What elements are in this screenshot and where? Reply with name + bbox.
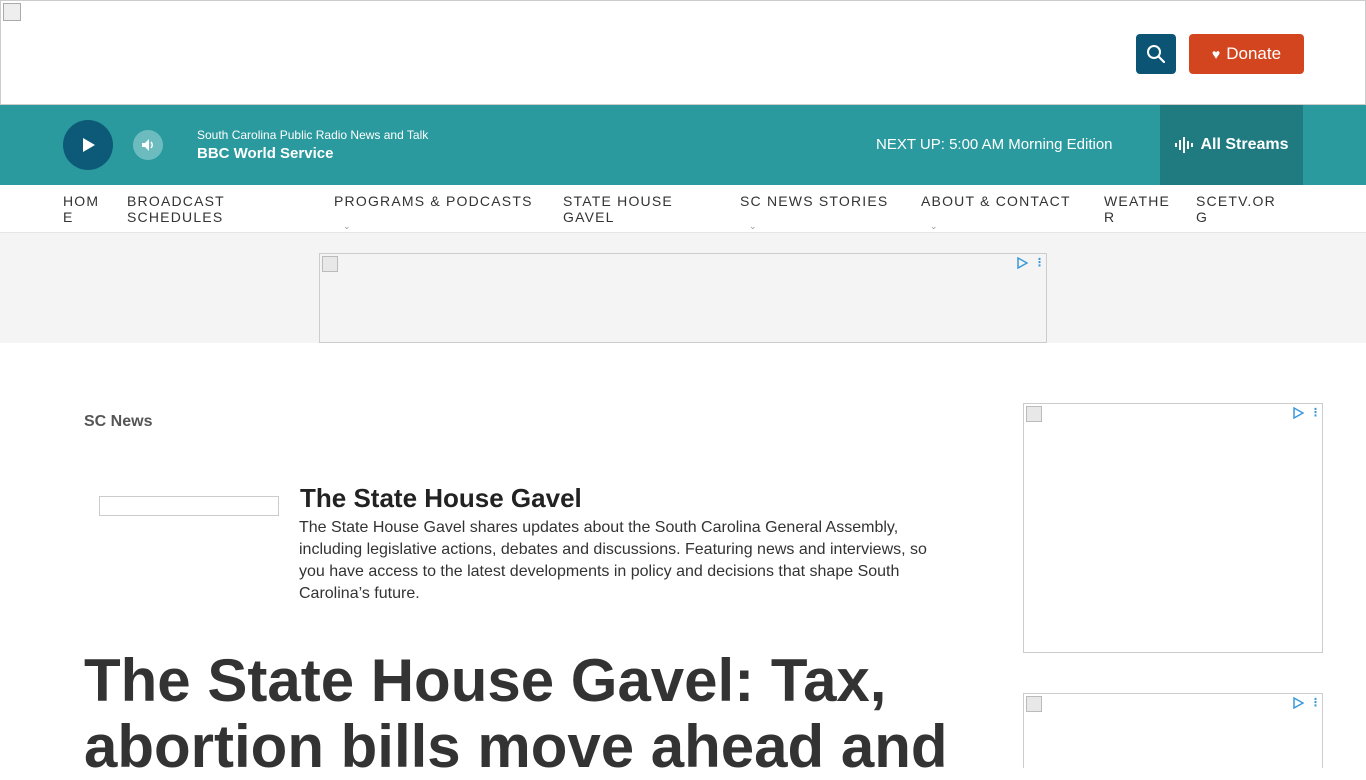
nav-item-state-house-gavel[interactable]: STATE HOUSE GAVEL <box>563 193 673 225</box>
ad-band: ⋮ <box>0 233 1366 343</box>
chevron-down-icon[interactable]: ⌄ <box>343 221 351 232</box>
nav-item-scetv[interactable]: SCETV.OR G <box>1196 193 1276 225</box>
nav-item-sc-news-stories[interactable]: SC NEWS STORIES <box>740 193 888 209</box>
chevron-down-icon[interactable]: ⌄ <box>749 221 757 232</box>
promo-image[interactable] <box>99 496 279 516</box>
all-streams-button[interactable]: All Streams <box>1160 105 1303 185</box>
heart-icon: ♥ <box>1211 46 1221 62</box>
leaderboard-ad[interactable]: ⋮ <box>319 253 1047 343</box>
promo-title[interactable]: The State House Gavel <box>300 483 582 514</box>
adchoices-icon[interactable]: ⋮ <box>1292 406 1321 419</box>
nav-item-weather[interactable]: WEATHE R <box>1104 193 1170 225</box>
next-up-text: NEXT UP: 5:00 AM Morning Edition <box>876 136 1113 153</box>
ad-image <box>1026 406 1042 422</box>
adchoices-icon[interactable]: ⋮ <box>1016 256 1045 269</box>
volume-button[interactable] <box>133 130 163 160</box>
nav-item-broadcast-schedules[interactable]: BROADCAST SCHEDULES <box>127 193 225 225</box>
ad-image <box>1026 696 1042 712</box>
site-header: ♥ Donate <box>0 0 1366 105</box>
live-player-bar: South Carolina Public Radio News and Tal… <box>0 105 1366 185</box>
station-name: South Carolina Public Radio News and Tal… <box>197 128 429 142</box>
site-logo-image[interactable] <box>3 3 21 21</box>
adchoices-icon[interactable]: ⋮ <box>1292 696 1321 709</box>
all-streams-label: All Streams <box>1200 136 1289 153</box>
main-nav: HOM E BROADCAST SCHEDULES PROGRAMS & POD… <box>0 185 1366 233</box>
article-headline: The State House Gavel: Tax, abortion bil… <box>84 647 948 780</box>
volume-icon <box>142 139 153 151</box>
donate-button[interactable]: ♥ Donate <box>1189 34 1304 74</box>
promo-description: The State House Gavel shares updates abo… <box>299 519 927 602</box>
search-icon <box>1147 45 1166 64</box>
chevron-down-icon[interactable]: ⌄ <box>930 221 938 232</box>
nav-item-about-contact[interactable]: ABOUT & CONTACT <box>921 193 1071 209</box>
nav-item-home[interactable]: HOM E <box>63 193 99 225</box>
current-program[interactable]: BBC World Service <box>197 145 333 162</box>
section-label[interactable]: SC News <box>84 413 152 431</box>
donate-label: Donate <box>1226 44 1282 63</box>
nav-item-programs-podcasts[interactable]: PROGRAMS & PODCASTS <box>334 193 533 209</box>
ad-image <box>322 256 338 272</box>
sidebar-ad-1[interactable]: ⋮ <box>1023 403 1323 653</box>
play-button[interactable] <box>63 120 113 170</box>
play-icon <box>83 138 95 152</box>
sidebar-ad-2[interactable]: ⋮ <box>1023 693 1323 768</box>
audio-wave-icon <box>1175 137 1194 153</box>
search-button[interactable] <box>1136 34 1176 74</box>
